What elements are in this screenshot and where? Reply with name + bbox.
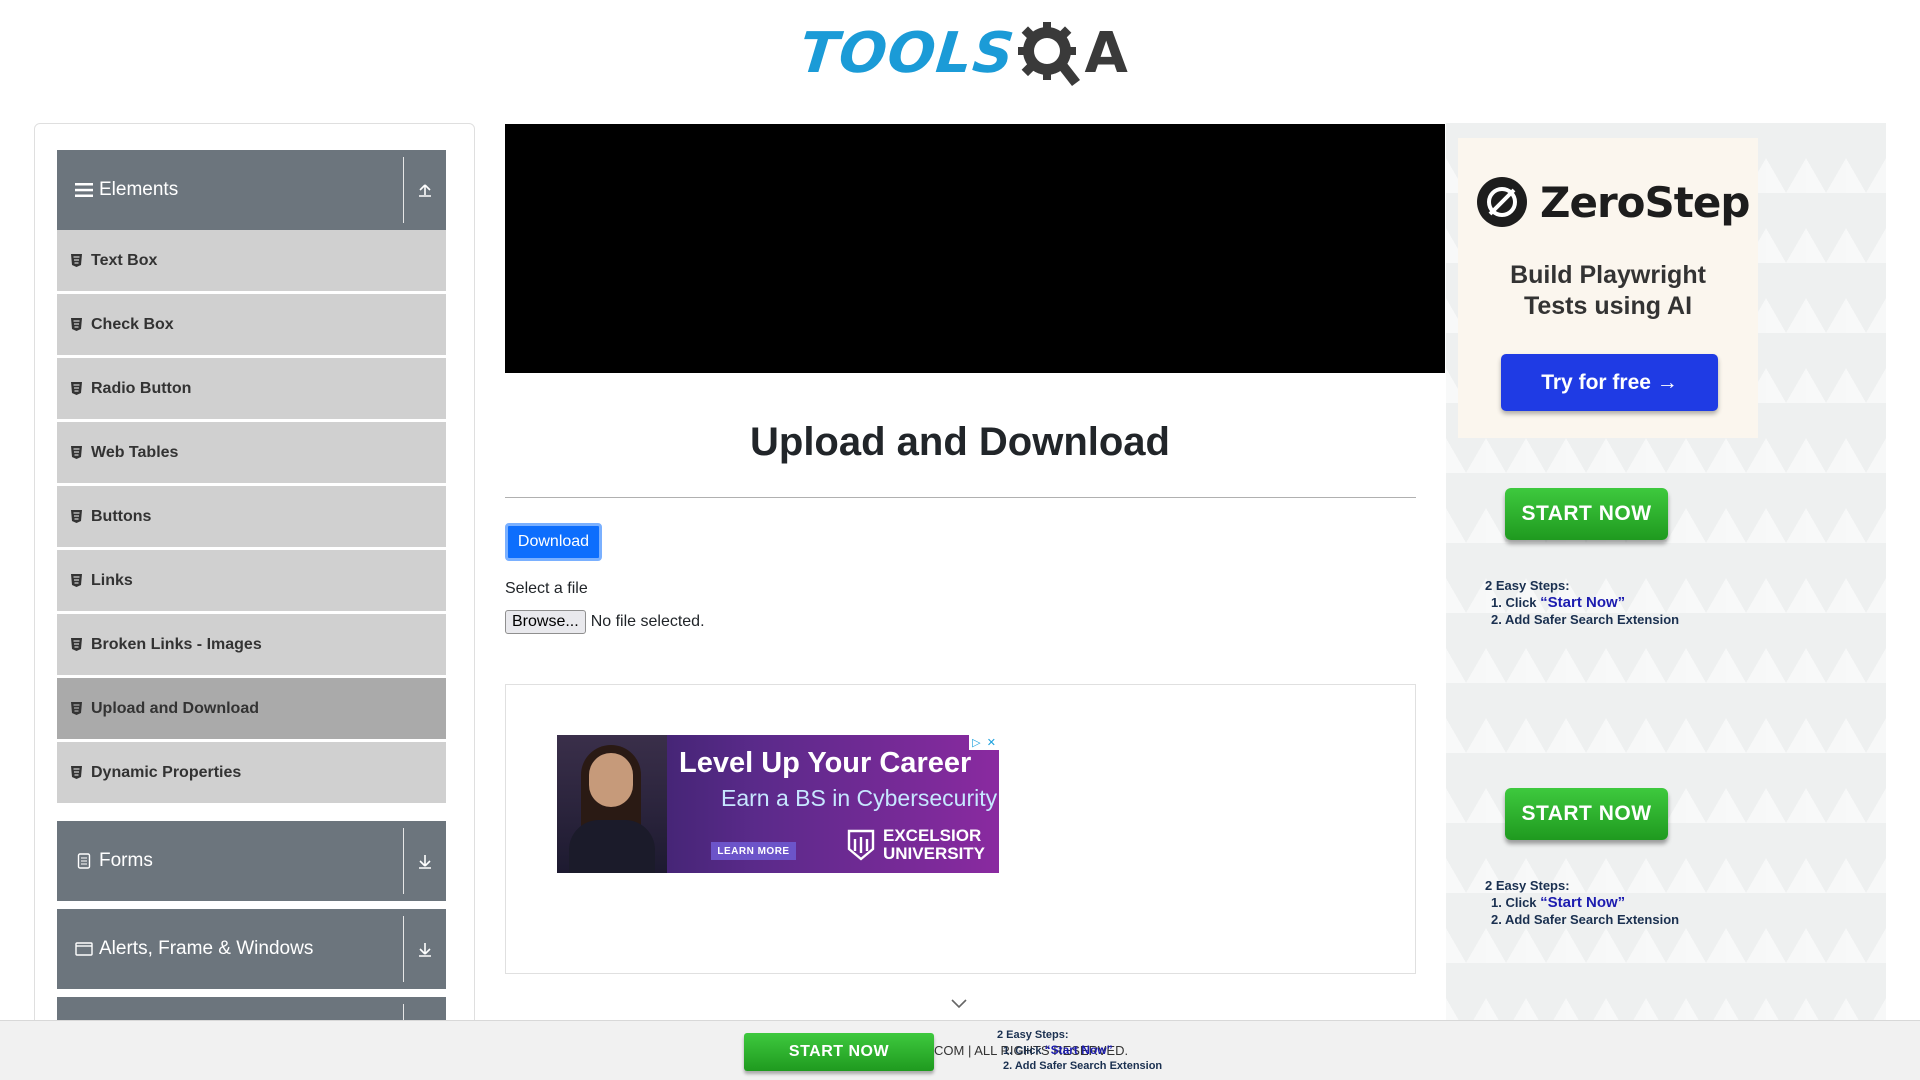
toolsqa-logo[interactable]: TOOLS A [796,14,1128,92]
sidebar-item-label: Upload and Download [91,699,259,717]
group-label: Elements [99,179,179,200]
html-badge-icon [71,574,83,588]
ad-choices-icon[interactable]: ▷ [972,736,980,749]
logo-text-tools: TOOLS [796,20,1018,86]
sidebar-item-text-box[interactable]: Text Box [57,230,446,292]
excelsior-banner-ad[interactable]: Level Up Your Career Earn a BS in Cybers… [557,735,999,873]
chevron-down-icon[interactable] [950,998,968,1010]
ad-learn-more-button[interactable]: LEARN MORE [711,842,796,860]
sidebar-item-dynamic-properties[interactable]: Dynamic Properties [57,742,446,804]
html-badge-icon [71,702,83,716]
start-now-button-2[interactable]: START NOW [1505,788,1668,840]
sidebar-item-web-tables[interactable]: Web Tables [57,422,446,484]
sidebar-item-label: Text Box [91,251,158,269]
file-status-text: No file selected. [590,613,705,630]
sidebar-item-check-box[interactable]: Check Box [57,294,446,356]
window-icon [75,940,93,958]
hamburger-icon [75,181,93,199]
ad-university-logo: EXCELSIOR UNIVERSITY [847,827,985,863]
zerostep-brand: ZeroStep [1476,176,1750,228]
footer-bar: START NOW COM | ALL RIGHTS RESERVED. 2 E… [0,1020,1920,1080]
expand-down-icon[interactable] [404,909,446,989]
zerostep-tagline: Build Playwright Tests using AI [1510,261,1706,320]
university-shield-icon [847,829,875,861]
html-badge-icon [71,638,83,652]
expand-down-icon[interactable] [404,821,446,901]
page-title: Upload and Download [750,420,1170,464]
sidebar-item-upload-and-download[interactable]: Upload and Download [57,678,446,740]
html-badge-icon [71,766,83,780]
group-label: Forms [99,850,153,871]
sidebar-item-links[interactable]: Links [57,550,446,612]
group-label: Alerts, Frame & Windows [99,938,314,959]
gear-magnifier-icon [1018,22,1081,86]
html-badge-icon [71,446,83,460]
ad-container: Level Up Your Career Earn a BS in Cybers… [505,684,1416,974]
html-badge-icon [71,510,83,524]
sidebar-item-label: Broken Links - Images [91,635,262,653]
sidebar-item-buttons[interactable]: Buttons [57,486,446,548]
easy-steps-text-2: 2 Easy Steps: 1. Click “Start Now” 2. Ad… [1485,878,1680,927]
left-sidebar: Elements Text Box Check Box Radio Button… [34,123,475,1080]
close-icon[interactable]: ✕ [987,736,996,749]
ad-university-line1: EXCELSIOR [883,826,982,845]
browse-button[interactable]: Browse... [505,610,586,634]
video-ad-placeholder[interactable] [505,124,1445,373]
sidebar-item-radio-button[interactable]: Radio Button [57,358,446,420]
sidebar-item-label: Check Box [91,315,174,333]
collapse-up-icon[interactable] [404,150,446,230]
zerostep-name: ZeroStep [1540,177,1750,227]
logo-text-qa: A [1014,18,1128,88]
file-input[interactable]: Browse... No file selected. [505,610,705,634]
download-button[interactable]: Download [505,523,602,561]
start-now-button[interactable]: START NOW [1505,488,1668,540]
group-header-elements[interactable]: Elements [57,150,446,230]
html-badge-icon [71,382,83,396]
footer-start-now-button[interactable]: START NOW [744,1033,934,1071]
sidebar-item-label: Dynamic Properties [91,763,242,781]
ad-subline: Earn a BS in Cybersecurity [721,785,998,811]
group-header-forms[interactable]: Forms [57,821,446,901]
sidebar-item-label: Web Tables [91,443,179,461]
zerostep-logo-icon [1477,177,1527,227]
group-header-alerts-frame-windows[interactable]: Alerts, Frame & Windows [57,909,446,989]
ad-headline: Level Up Your Career [679,747,972,779]
zerostep-ad[interactable]: ZeroStep Build Playwright Tests using AI… [1458,138,1758,438]
page: TOOLS A Elements Text Box Check Box Radi… [0,0,1920,1080]
sidebar-item-label: Links [91,571,133,589]
ad-university-line2: UNIVERSITY [883,844,986,863]
sidebar-item-label: Buttons [91,507,152,525]
footer-easy-steps: 2 Easy Steps: 1. Click “Start Now” 2. Ad… [997,1029,1163,1072]
select-file-label: Select a file [505,580,588,597]
logo-text-a: A [1084,20,1129,86]
ad-choices-close[interactable]: ▷ ✕ [969,735,999,750]
easy-steps-text: 2 Easy Steps: 1. Click “Start Now” 2. Ad… [1485,578,1680,627]
document-icon [75,852,93,870]
html-badge-icon [71,318,83,332]
html-badge-icon [71,254,83,268]
ad-person-image [557,735,667,873]
sidebar-item-label: Radio Button [91,379,192,397]
try-for-free-button[interactable]: Try for free → [1501,354,1718,411]
sidebar-item-broken-links-images[interactable]: Broken Links - Images [57,614,446,676]
title-divider [505,497,1416,498]
